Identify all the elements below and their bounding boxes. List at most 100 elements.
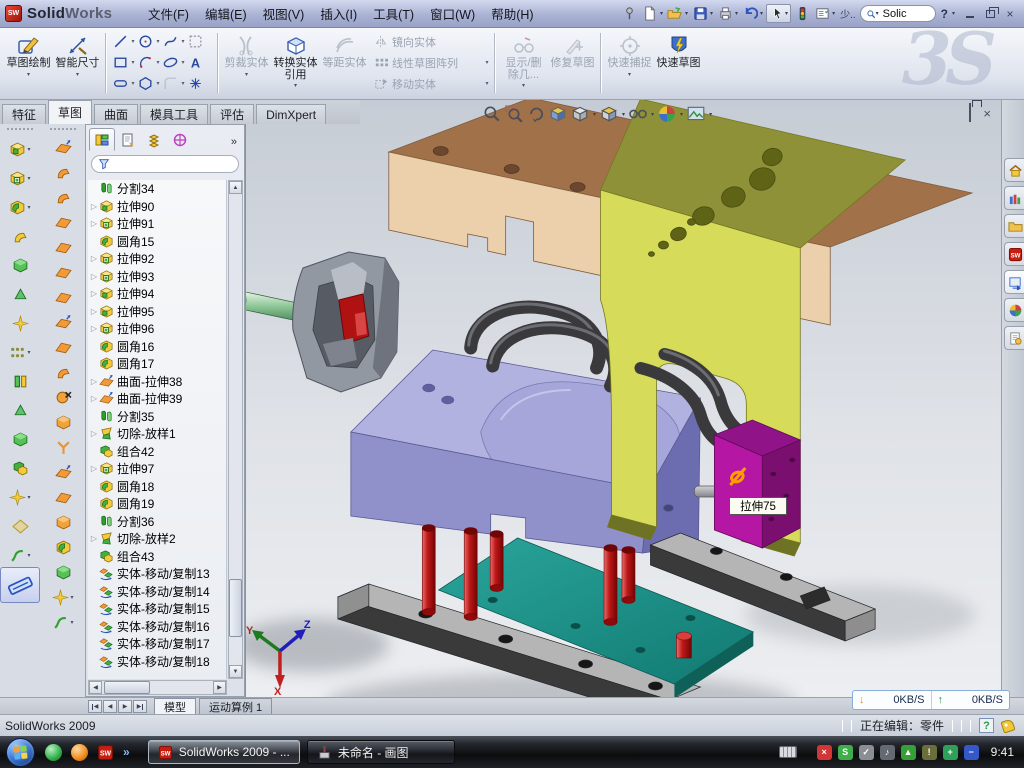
expand-arrow-icon[interactable]: ▷	[89, 394, 99, 403]
polygon-tool[interactable]	[137, 75, 154, 92]
first-tab-button[interactable]: ◀	[88, 700, 102, 713]
custom-properties-button[interactable]	[1004, 326, 1024, 350]
tree-item[interactable]: 分割36	[88, 513, 226, 531]
convert-entities-button[interactable]: 转换实体引用▾	[271, 30, 320, 95]
tree-item[interactable]: ▷拉伸90	[88, 198, 226, 216]
ribbon-tab-2[interactable]: 曲面	[94, 104, 138, 124]
doc-restore-button[interactable]	[969, 104, 971, 122]
tree-item[interactable]: ▷拉伸96	[88, 320, 226, 338]
messenger-icon[interactable]	[45, 744, 62, 761]
taskbar-clock[interactable]: 9:41	[985, 745, 1014, 759]
solidworks-search-button[interactable]: SW	[1004, 242, 1024, 266]
zoom-to-fit-button[interactable]	[482, 104, 502, 124]
thicken-tool[interactable]	[55, 510, 72, 535]
search-box[interactable]: ▾	[860, 5, 936, 22]
tree-item[interactable]: 实体-移动/复制15	[88, 600, 226, 618]
sketch-fillet-dropdown[interactable]: ▾	[179, 80, 187, 87]
linear-sketch-pattern-dropdown[interactable]: ▾	[483, 59, 491, 66]
previous-tab-button[interactable]: ◀	[103, 700, 117, 713]
options-button[interactable]	[813, 5, 831, 22]
curves-tool[interactable]: ▾	[9, 541, 30, 570]
graphics-viewport[interactable]: Y Z X ▾▾▾▾▾ × 拉伸75	[245, 100, 1001, 697]
extruded-boss-base-tool[interactable]: ▾	[9, 135, 30, 164]
ribbon-tab-5[interactable]: DimXpert	[256, 104, 326, 124]
menu-item-0[interactable]: 文件(F)	[140, 2, 197, 25]
move-entities-dropdown[interactable]: ▾	[483, 80, 491, 87]
rectangle-tool[interactable]	[112, 54, 129, 71]
tree-item[interactable]: ▷拉伸97	[88, 460, 226, 478]
section-view-button[interactable]	[548, 104, 568, 124]
tree-item[interactable]: 分割35	[88, 408, 226, 426]
tree-item[interactable]: 圆角17	[88, 355, 226, 373]
solidworks-resources-button[interactable]	[1004, 158, 1024, 182]
last-tab-button[interactable]: ▶	[133, 700, 147, 713]
tree-filter-input[interactable]	[91, 155, 239, 173]
tree-item[interactable]: 实体-移动/复制18	[88, 653, 226, 671]
menu-item-3[interactable]: 插入(I)	[312, 2, 365, 25]
print-button[interactable]	[716, 5, 734, 22]
tree-item[interactable]: 分割34	[88, 180, 226, 198]
extruded-surface-tool[interactable]	[55, 135, 72, 160]
arc-tool[interactable]	[137, 54, 154, 71]
tag-icon[interactable]	[1000, 718, 1015, 733]
minimize-button[interactable]	[960, 6, 980, 22]
start-button[interactable]	[6, 738, 35, 767]
lofted-surface-tool[interactable]	[55, 210, 72, 235]
volume-tray-icon[interactable]: ♪	[880, 745, 895, 760]
display-delete-relations-dropdown[interactable]: ▾	[522, 82, 525, 89]
line-tool[interactable]	[112, 33, 129, 50]
save-button-dropdown[interactable]: ▾	[710, 10, 713, 17]
sketch-dropdown[interactable]: ▾	[27, 71, 30, 78]
pin-toolbar-icon[interactable]	[621, 5, 639, 22]
swept-surface-tool[interactable]	[55, 185, 72, 210]
shell-tool[interactable]	[12, 425, 29, 454]
scroll-down-button[interactable]: ▼	[229, 665, 242, 678]
magenta-block[interactable]	[714, 420, 800, 548]
extend-surface-tool[interactable]	[55, 435, 72, 460]
spline-dropdown[interactable]: ▾	[179, 38, 187, 45]
tree-item[interactable]: ▷曲面-拉伸39	[88, 390, 226, 408]
options-button-dropdown[interactable]: ▾	[832, 10, 835, 17]
close-button[interactable]: ×	[1000, 6, 1020, 22]
draft-tool[interactable]	[12, 396, 29, 425]
scroll-thumb[interactable]	[229, 579, 242, 637]
smart-dimension-button[interactable]: 智能尺寸▾	[53, 30, 102, 95]
warning-alert-tray-icon[interactable]: !	[922, 745, 937, 760]
scroll-thumb-horizontal[interactable]	[104, 681, 150, 694]
expand-arrow-icon[interactable]: ▷	[89, 377, 99, 386]
surface-fillet-tool[interactable]	[55, 535, 72, 560]
rebuild-button[interactable]	[793, 5, 811, 22]
tree-item[interactable]: ▷拉伸93	[88, 268, 226, 286]
model-3d-view[interactable]: Y Z X	[246, 100, 1001, 697]
slot-dropdown[interactable]: ▾	[129, 80, 137, 87]
design-library-button[interactable]	[1004, 186, 1024, 210]
offset-surface-tool[interactable]	[55, 310, 72, 335]
new-document-button[interactable]	[641, 5, 659, 22]
zoom-to-area-button[interactable]	[504, 104, 524, 124]
expand-arrow-icon[interactable]: ▷	[89, 464, 99, 473]
appearances-scenes-button[interactable]	[1004, 298, 1024, 322]
plane-tool[interactable]	[12, 512, 29, 541]
edit-appearance-button[interactable]	[657, 104, 677, 124]
menu-item-4[interactable]: 工具(T)	[365, 2, 422, 25]
solidworks-shortcut-icon[interactable]: SW	[97, 744, 114, 761]
configuration-manager-tab[interactable]	[141, 128, 167, 151]
menu-item-2[interactable]: 视图(V)	[255, 2, 313, 25]
tree-item[interactable]: 圆角16	[88, 338, 226, 356]
property-manager-tab[interactable]	[115, 128, 141, 151]
quick-tips-help-button[interactable]: ?	[979, 718, 994, 733]
print-button-dropdown[interactable]: ▾	[735, 10, 738, 17]
doc-close-button[interactable]: ×	[983, 106, 991, 121]
expand-arrow-icon[interactable]: ▷	[89, 429, 99, 438]
hide-show-items-dropdown[interactable]: ▾	[651, 111, 654, 118]
tree-item[interactable]: 组合43	[88, 548, 226, 566]
extruded-cut-dropdown[interactable]: ▾	[27, 175, 30, 182]
linear-pattern-tool[interactable]: ▾	[9, 338, 30, 367]
edit-appearance-dropdown[interactable]: ▾	[680, 111, 683, 118]
tree-item[interactable]: ▷拉伸92	[88, 250, 226, 268]
select-tool-button[interactable]: ▾	[766, 4, 791, 23]
taskbar-task-0[interactable]: SWSolidWorks 2009 - ...	[148, 740, 300, 764]
tree-item[interactable]: 组合42	[88, 443, 226, 461]
ribbon-tab-1[interactable]: 草图	[48, 100, 92, 124]
tree-item[interactable]: ▷切除-放样1	[88, 425, 226, 443]
